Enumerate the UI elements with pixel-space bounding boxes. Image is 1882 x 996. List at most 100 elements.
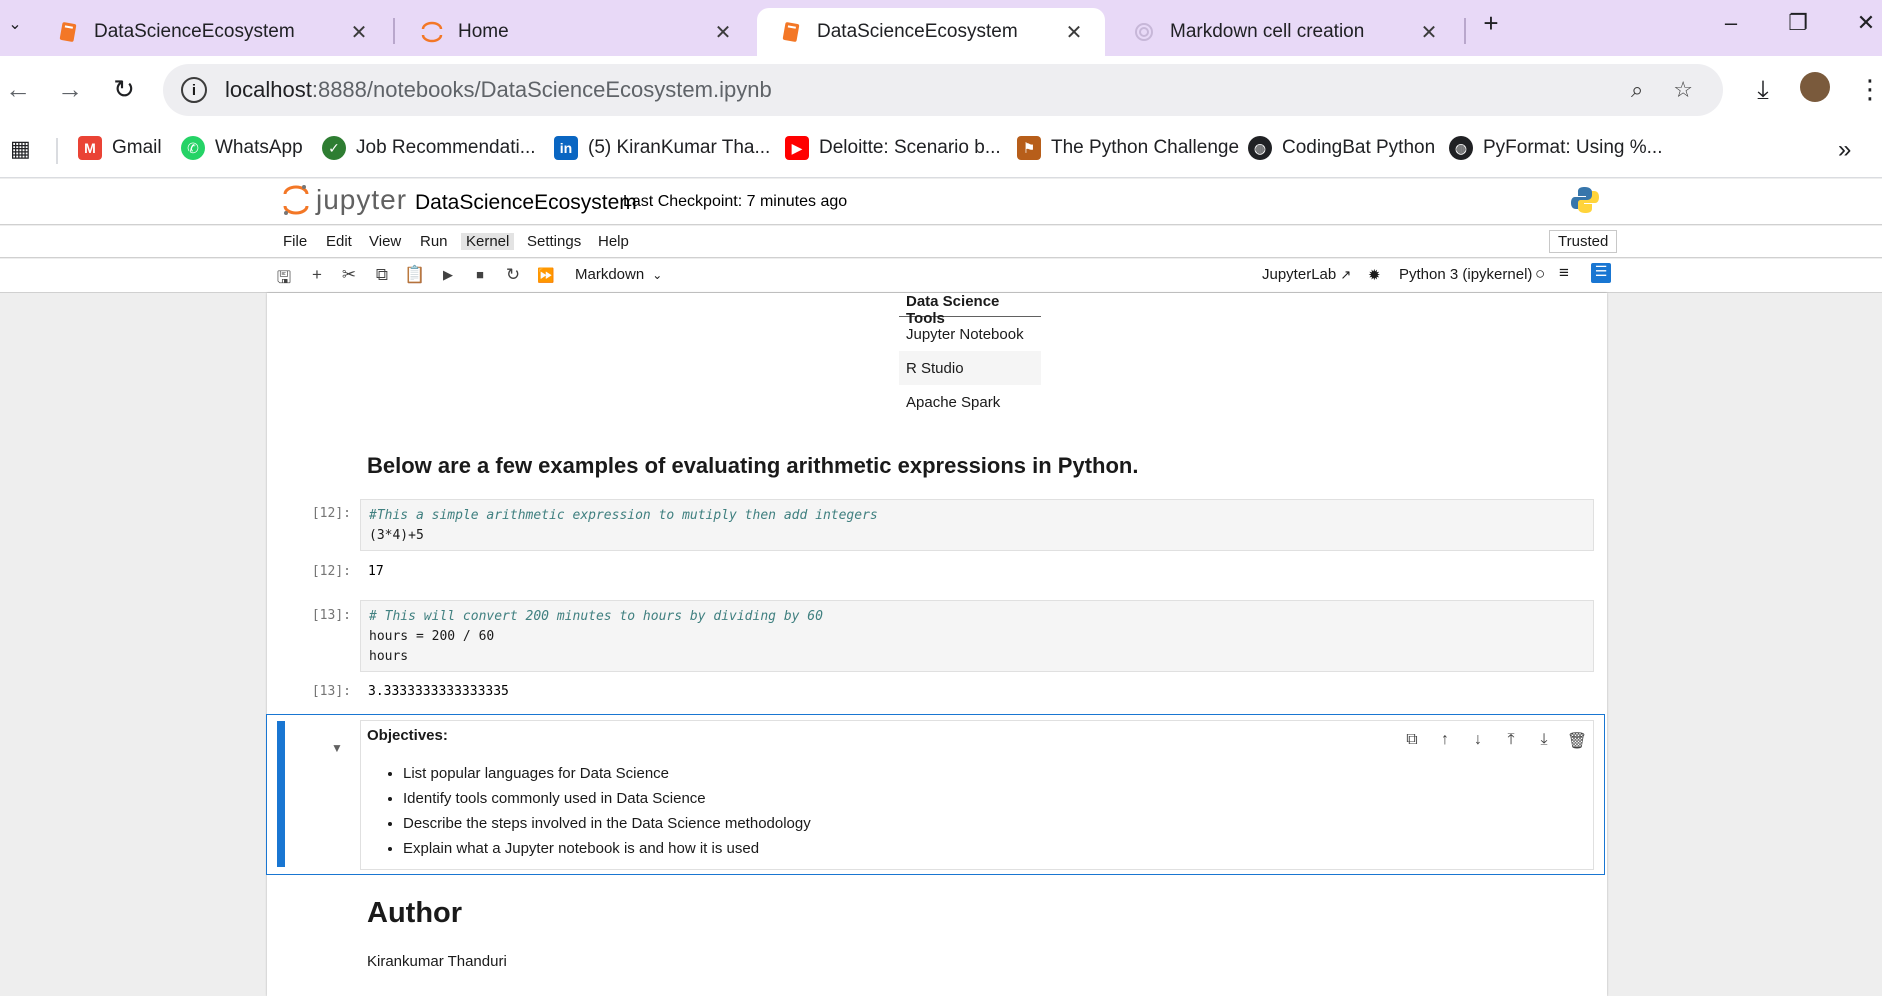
bookmark-deloitte-youtube[interactable]: ▶ Deloitte: Scenario b... — [785, 136, 1001, 160]
restart-kernel-icon[interactable]: ↻ — [502, 265, 524, 285]
reload-icon[interactable]: ↻ — [106, 74, 142, 105]
cell-selection-bar[interactable] — [277, 721, 285, 867]
active-markdown-cell[interactable]: ▼ Objectives: List popular languages for… — [266, 714, 1605, 875]
trusted-indicator[interactable]: Trusted — [1549, 230, 1618, 253]
kernel-name[interactable]: Python 3 (ipykernel) — [1399, 266, 1532, 283]
insert-cell-icon[interactable]: + — [306, 265, 328, 285]
close-tab-icon[interactable]: ✕ — [1416, 20, 1442, 45]
bookmark-pyformat[interactable]: ◍ PyFormat: Using %... — [1449, 136, 1663, 160]
globe-icon: ◍ — [1248, 136, 1272, 160]
run-icon[interactable]: ▶ — [437, 267, 459, 283]
menu-help[interactable]: Help — [594, 233, 633, 250]
apps-grid-icon[interactable]: ▦ — [10, 136, 31, 162]
menu-settings[interactable]: Settings — [523, 233, 585, 250]
notebook-title[interactable]: DataScienceEcosystem — [415, 191, 637, 215]
forward-arrow-icon[interactable]: → — [52, 74, 88, 105]
cut-icon[interactable]: ✂ — [338, 265, 360, 285]
restore-window-icon[interactable]: ❐ — [1783, 10, 1813, 36]
openai-icon — [1135, 23, 1153, 41]
jupyter-icon — [421, 21, 443, 43]
browser-tab-2[interactable]: Home ✕ — [398, 8, 754, 56]
address-bar[interactable]: i localhost:8888/notebooks/DataScienceEc… — [163, 64, 1723, 116]
insert-above-icon[interactable]: ⤒ — [1498, 731, 1524, 749]
jupyter-logo[interactable]: jupyter — [282, 183, 407, 217]
move-up-icon[interactable]: ↑ — [1432, 731, 1458, 749]
menu-view[interactable]: View — [365, 233, 405, 250]
tab-separator — [393, 18, 395, 44]
profile-avatar[interactable] — [1800, 72, 1830, 102]
globe-icon: ◍ — [1449, 136, 1473, 160]
stop-icon[interactable]: ■ — [469, 267, 491, 282]
author-name: Kirankumar Thanduri — [367, 953, 507, 970]
bookmark-gmail[interactable]: M Gmail — [78, 136, 162, 160]
browser-tab-4[interactable]: Markdown cell creation ✕ — [1110, 8, 1460, 56]
arithmetic-heading: Below are a few examples of evaluating a… — [367, 453, 1139, 478]
save-icon[interactable]: 🖫 — [273, 265, 295, 294]
site-info-icon[interactable]: i — [181, 77, 207, 103]
browser-tab-bar: ⌄ DataScienceEcosystem ✕ Home ✕ DataScie… — [0, 0, 1882, 56]
delete-cell-icon[interactable]: 🗑 — [1564, 731, 1590, 751]
cell-output: 3.3333333333333335 — [368, 684, 509, 699]
cell-type-select[interactable]: Markdown ⌄ — [575, 266, 662, 283]
copy-icon[interactable]: ⧉ — [371, 265, 393, 285]
chevron-down-icon: ⌄ — [652, 268, 663, 282]
url-text[interactable]: localhost:8888/notebooks/DataScienceEcos… — [225, 77, 1631, 103]
output-prompt: [13]: — [311, 684, 351, 699]
external-link-icon: ↗ — [1340, 267, 1352, 282]
markdown-cell-content[interactable]: Objectives: List popular languages for D… — [360, 720, 1594, 870]
zoom-icon[interactable]: ⌕ — [1631, 77, 1643, 103]
bookmark-linkedin[interactable]: in (5) KiranKumar Tha... — [554, 136, 770, 160]
more-bookmarks-icon[interactable]: » — [1838, 136, 1851, 164]
menu-run[interactable]: Run — [416, 233, 452, 250]
list-item: Describe the steps involved in the Data … — [403, 815, 811, 840]
debugger-bug-icon[interactable]: ✹ — [1368, 266, 1381, 284]
menu-file[interactable]: File — [279, 233, 311, 250]
jupyter-logo-icon — [283, 185, 309, 215]
tab-search-chevron-icon[interactable]: ⌄ — [0, 14, 30, 34]
whatsapp-icon: ✆ — [181, 136, 205, 160]
bookmark-star-icon[interactable]: ☆ — [1673, 77, 1693, 103]
bookmark-codingbat[interactable]: ◍ CodingBat Python — [1248, 136, 1435, 160]
minimize-window-icon[interactable]: – — [1716, 10, 1746, 36]
gmail-icon: M — [78, 136, 102, 160]
python-challenge-icon: ⚑ — [1017, 136, 1041, 160]
list-item: List popular languages for Data Science — [403, 765, 811, 790]
collapse-caret-icon[interactable]: ▼ — [331, 741, 343, 755]
move-down-icon[interactable]: ↓ — [1465, 731, 1491, 749]
table-row: Apache Spark — [906, 393, 1001, 411]
code-cell-input[interactable]: #This a simple arithmetic expression to … — [360, 499, 1594, 551]
close-window-icon[interactable]: ✕ — [1851, 10, 1881, 36]
property-inspector-icon[interactable]: ☰ — [1591, 263, 1611, 283]
jupyter-header: jupyter DataScienceEcosystem Last Checkp… — [0, 179, 1882, 225]
menu-kernel[interactable]: Kernel — [461, 233, 515, 250]
download-icon[interactable]: ⤓ — [1745, 74, 1781, 106]
bookmarks-bar: ▦ M Gmail ✆ WhatsApp ✓ Job Recommendati... … — [0, 124, 1882, 178]
bookmark-divider — [56, 138, 58, 164]
back-arrow-icon[interactable]: ← — [0, 74, 36, 105]
close-tab-icon[interactable]: ✕ — [1061, 20, 1087, 45]
menu-list-icon[interactable]: ≡ — [1559, 263, 1569, 283]
notebook-icon — [59, 22, 77, 42]
insert-below-icon[interactable]: ⤓ — [1531, 731, 1557, 749]
duplicate-cell-icon[interactable]: ⧉ — [1399, 731, 1425, 749]
list-item: Identify tools commonly used in Data Sci… — [403, 790, 811, 815]
open-jupyterlab-link[interactable]: JupyterLab ↗ — [1262, 266, 1351, 283]
close-tab-icon[interactable]: ✕ — [710, 20, 736, 45]
browser-toolbar: ← → ↻ i localhost:8888/notebooks/DataSci… — [0, 56, 1882, 124]
close-tab-icon[interactable]: ✕ — [346, 20, 372, 45]
browser-menu-icon[interactable]: ⋮ — [1852, 74, 1882, 105]
objectives-title: Objectives: — [367, 727, 448, 744]
bookmark-python-challenge[interactable]: ⚑ The Python Challenge — [1017, 136, 1239, 160]
table-row: R Studio — [899, 351, 1041, 385]
browser-tab-3-active[interactable]: DataScienceEcosystem ✕ — [757, 8, 1105, 56]
restart-run-all-icon[interactable]: ⏩ — [535, 267, 557, 284]
paste-icon[interactable]: 📋 — [404, 265, 426, 285]
menu-edit[interactable]: Edit — [322, 233, 356, 250]
code-cell-input[interactable]: # This will convert 200 minutes to hours… — [360, 600, 1594, 672]
list-item: Explain what a Jupyter notebook is and h… — [403, 840, 811, 865]
new-tab-button[interactable]: + — [1476, 8, 1506, 39]
youtube-icon: ▶ — [785, 136, 809, 160]
bookmark-whatsapp[interactable]: ✆ WhatsApp — [181, 136, 303, 160]
bookmark-job-recommendation[interactable]: ✓ Job Recommendati... — [322, 136, 536, 160]
browser-tab-1[interactable]: DataScienceEcosystem ✕ — [34, 8, 390, 56]
